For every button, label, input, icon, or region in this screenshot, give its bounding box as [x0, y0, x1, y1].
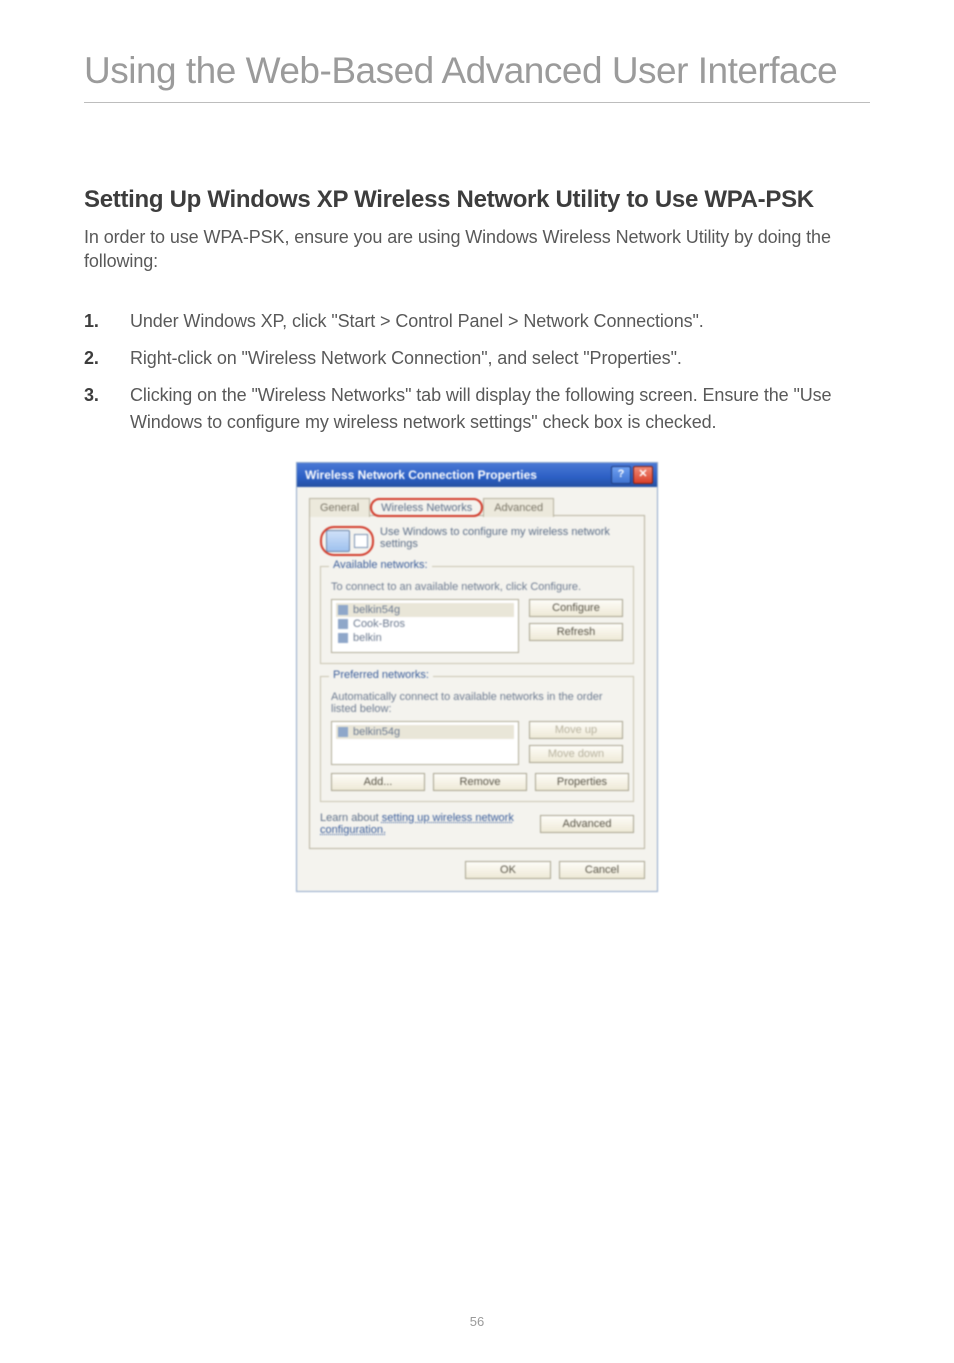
tab-advanced: Advanced — [483, 498, 554, 517]
preferred-networks-group: Preferred networks: Automatically connec… — [320, 676, 634, 802]
antenna-icon — [338, 633, 348, 643]
step-number: 2. — [84, 345, 99, 372]
help-icon: ? — [611, 466, 631, 484]
remove-button: Remove — [433, 773, 527, 791]
ok-button: OK — [465, 861, 551, 879]
antenna-icon — [338, 727, 348, 737]
highlight-circle — [320, 526, 374, 556]
available-networks-title: Available networks: — [329, 559, 432, 571]
step-text: Right-click on "Wireless Network Connect… — [130, 348, 682, 368]
available-networks-list: belkin54g Cook-Bros belkin — [331, 599, 519, 653]
list-item: belkin — [336, 631, 514, 645]
move-down-button: Move down — [529, 745, 623, 763]
list-item: belkin54g — [336, 725, 514, 739]
monitor-icon — [326, 530, 350, 552]
step-number: 3. — [84, 382, 99, 409]
use-windows-checkbox-label: Use Windows to configure my wireless net… — [380, 526, 634, 550]
refresh-button: Refresh — [529, 623, 623, 641]
dialog-titlebar: Wireless Network Connection Properties ?… — [297, 463, 657, 487]
checkbox-icon — [354, 534, 368, 548]
available-networks-note: To connect to an available network, clic… — [331, 581, 623, 593]
list-item: 2. Right-click on "Wireless Network Conn… — [84, 345, 870, 372]
add-button: Add... — [331, 773, 425, 791]
page-title: Using the Web-Based Advanced User Interf… — [84, 50, 870, 92]
advanced-button: Advanced — [540, 815, 634, 833]
cancel-button: Cancel — [559, 861, 645, 879]
antenna-icon — [338, 605, 348, 615]
tab-general: General — [309, 498, 370, 517]
antenna-icon — [338, 619, 348, 629]
page-number: 56 — [0, 1314, 954, 1329]
step-text: Clicking on the "Wireless Networks" tab … — [130, 385, 831, 432]
list-item: 3. Clicking on the "Wireless Networks" t… — [84, 382, 870, 436]
dialog-title: Wireless Network Connection Properties — [305, 468, 537, 482]
list-item: 1. Under Windows XP, click "Start > Cont… — [84, 308, 870, 335]
step-number: 1. — [84, 308, 99, 335]
learn-about-text: Learn about setting up wireless network … — [320, 812, 530, 836]
move-up-button: Move up — [529, 721, 623, 739]
preferred-networks-title: Preferred networks: — [329, 669, 433, 681]
list-item: belkin54g — [336, 603, 514, 617]
properties-button: Properties — [535, 773, 629, 791]
configure-button: Configure — [529, 599, 623, 617]
section-intro: In order to use WPA-PSK, ensure you are … — [84, 225, 870, 274]
close-icon: ✕ — [633, 466, 653, 484]
steps-list: 1. Under Windows XP, click "Start > Cont… — [84, 308, 870, 436]
title-divider — [84, 102, 870, 103]
dialog-tabs: General Wireless Networks Advanced — [309, 497, 645, 516]
preferred-networks-note: Automatically connect to available netwo… — [331, 691, 623, 715]
step-text: Under Windows XP, click "Start > Control… — [130, 311, 704, 331]
list-item: Cook-Bros — [336, 617, 514, 631]
screenshot-dialog: Wireless Network Connection Properties ?… — [296, 462, 658, 892]
tab-wireless-networks: Wireless Networks — [370, 498, 483, 517]
available-networks-group: Available networks: To connect to an ava… — [320, 566, 634, 664]
section-heading: Setting Up Windows XP Wireless Network U… — [84, 185, 870, 215]
preferred-networks-list: belkin54g — [331, 721, 519, 765]
